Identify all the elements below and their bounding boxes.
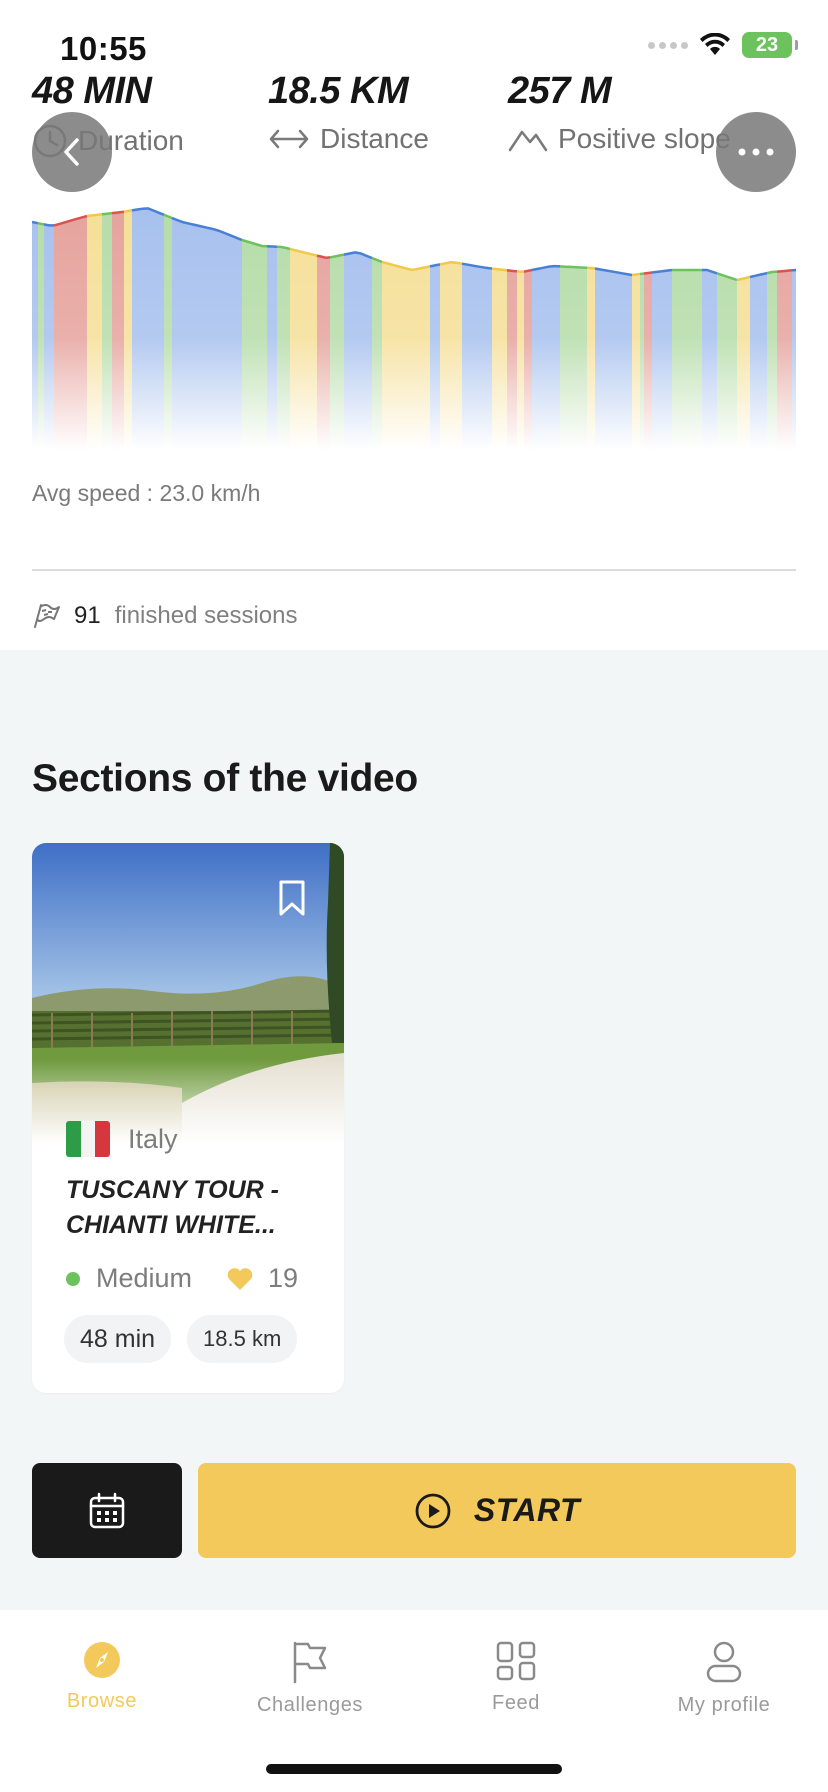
checkered-flag-icon [34,604,60,628]
divider [32,569,796,571]
elevation-line-segment [631,272,641,277]
elevation-line-segment [643,271,653,275]
italy-flag-icon [66,1121,110,1157]
distance-label: Distance [320,123,429,154]
elevation-line-segment [111,210,125,215]
route-title: TUSCANY TOUR - CHIANTI WHITE... [66,1176,279,1239]
avg-speed: Avg speed : 23.0 km/h [32,480,261,506]
country: Italy [66,1121,178,1157]
slope-label: Positive slope [558,123,731,154]
elevation-line-segment [506,269,518,273]
elevation-profile-chart [32,200,796,450]
start-button[interactable]: START [198,1463,796,1558]
elevation-line-segment [639,272,645,276]
battery-icon: 23 [742,32,798,58]
distance-chip: 18.5 km [187,1315,298,1363]
home-indicator [266,1764,562,1774]
finished-sessions: 91 finished sessions [32,602,297,630]
elevation-line-segment [491,267,508,272]
likes-count: 19 [268,1263,299,1293]
more-options-button[interactable] [716,112,796,192]
status-icons: 23 [648,32,798,58]
tab-label: Feed [492,1692,540,1714]
start-label: START [473,1492,581,1528]
compass-icon [84,1642,120,1678]
calendar-icon [89,1492,125,1528]
elevation-line-segment [559,265,588,270]
difficulty-dot-icon [66,1271,80,1286]
elevation-line-segment [101,211,113,216]
elevation-line-segment [37,221,45,226]
schedule-button[interactable] [32,1463,182,1558]
elevation-line-segment [123,209,133,213]
section-card[interactable]: Italy TUSCANY TOUR - CHIANTI WHITE... Me… [32,843,344,1393]
duration-chip: 48 min [64,1315,172,1363]
sessions-count: 91 [74,602,101,629]
elevation-line-segment [586,266,596,270]
person-icon [706,1641,742,1683]
battery-level: 23 [755,33,779,56]
difficulty-label: Medium [96,1263,193,1293]
mountain-icon [508,130,548,152]
chevron-left-icon [64,138,79,166]
distance-value: 18.5 KM [268,70,409,112]
elevation-line-segment [776,269,793,273]
route-meta: Medium 19 [66,1263,298,1294]
wifi-icon [700,33,730,55]
tab-my-profile[interactable]: My profile [634,1640,814,1717]
section-title: Sections of the video [32,757,418,800]
sessions-label: finished sessions [114,602,298,629]
flag-icon [293,1641,327,1684]
tab-label: Challenges [256,1694,364,1716]
stat-slope: 257 M Positive slope [508,70,731,155]
bookmark-icon[interactable] [278,879,306,917]
tab-browse[interactable]: Browse [12,1640,192,1713]
arrows-horizontal-icon [269,129,309,149]
tab-label: Browse [66,1690,138,1712]
elevation-line-segment [266,245,278,249]
slope-value: 257 M [508,70,612,112]
status-time: 10:55 [60,30,147,67]
elevation-line-segment [766,270,778,275]
tab-challenges[interactable]: Challenges [220,1640,400,1717]
stat-distance: 18.5 KM Distance [268,70,429,155]
elevation-line-segment [43,223,54,227]
tab-label: My profile [677,1694,771,1716]
cellular-signal-icon [648,41,688,49]
ride-stats: 48 MIN Duration 18.5 KM Distance 257 M P… [32,70,796,170]
tab-feed[interactable]: Feed [426,1640,606,1715]
elevation-line-segment [86,213,103,218]
elevation-line-segment [32,220,39,225]
country-name: Italy [128,1123,178,1154]
more-dots-icon [738,148,774,156]
elevation-line-segment [523,268,533,273]
play-circle-icon [415,1493,451,1528]
grid-icon [496,1641,536,1681]
route-chips: 48 min 18.5 km [64,1315,298,1363]
duration-value: 48 MIN [32,70,152,112]
heart-icon [227,1267,253,1290]
back-button[interactable] [32,112,112,192]
